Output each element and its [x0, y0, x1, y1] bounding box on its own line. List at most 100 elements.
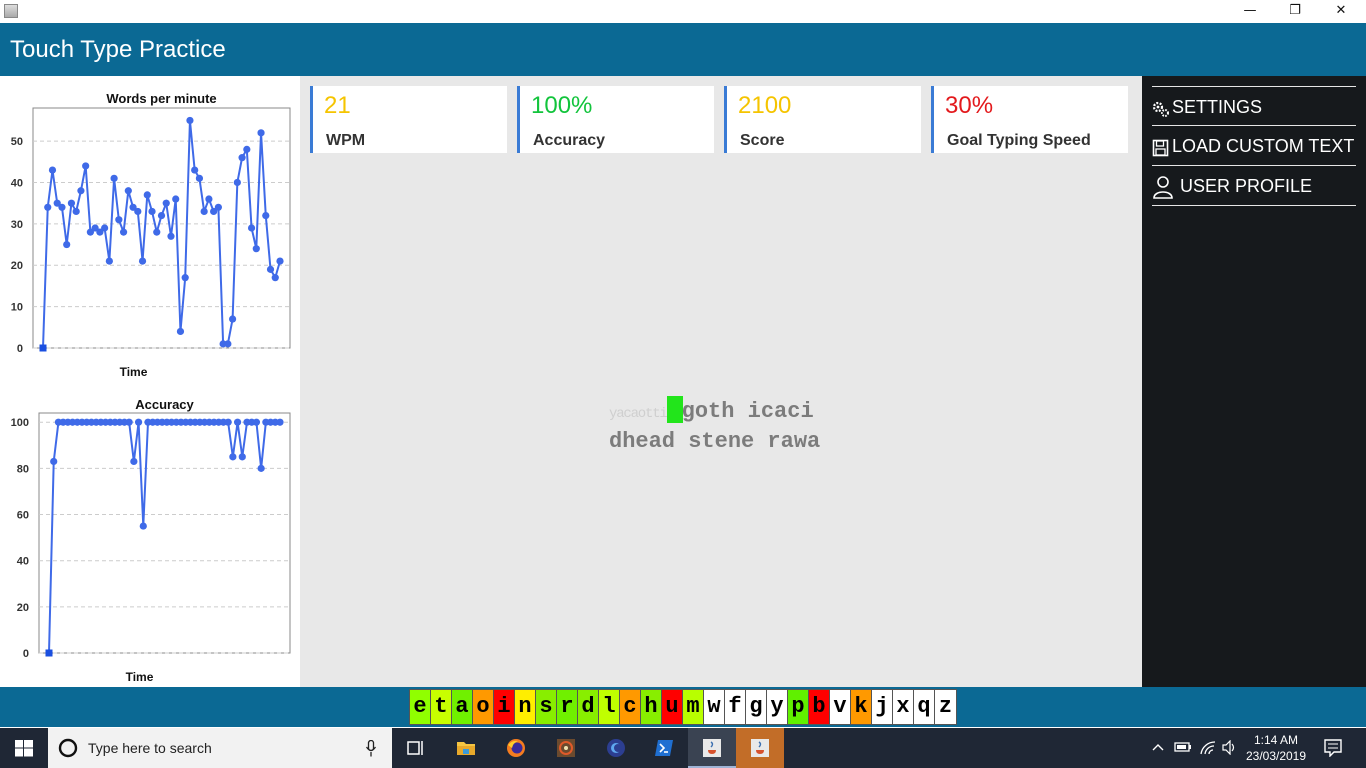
data-point: [44, 203, 52, 211]
data-point: [148, 207, 156, 216]
clock-time: 1:14 AM: [1253, 733, 1299, 747]
data-point: [205, 195, 213, 203]
typing-cursor: [666, 396, 683, 423]
key-cell-q: q: [914, 690, 935, 724]
data-point: [153, 228, 161, 236]
key-cell-l: l: [599, 690, 620, 724]
key-cell-i: i: [494, 690, 515, 724]
game-app-icon[interactable]: [542, 728, 590, 768]
data-point: [257, 129, 265, 137]
data-point: [63, 240, 71, 249]
key-cell-c: c: [620, 690, 641, 724]
key-cell-r: r: [557, 690, 578, 724]
task-view-icon[interactable]: [392, 728, 440, 768]
key-cell-u: u: [662, 690, 683, 724]
java-app-task-active[interactable]: [688, 728, 736, 768]
user-icon: [1153, 176, 1173, 199]
data-point: [243, 145, 251, 153]
chart-title: Accuracy: [135, 397, 194, 412]
key-cell-y: y: [767, 690, 788, 724]
stat-card-score: 2100 Score: [724, 86, 921, 153]
key-strip: etaoinsrdlchumwfgypbvkjxqz: [0, 687, 1366, 727]
firefox-icon[interactable]: [492, 728, 540, 768]
score-value: 2100: [738, 92, 792, 119]
data-point: [191, 166, 199, 174]
data-point: [257, 464, 265, 472]
key-cell-d: d: [578, 690, 599, 724]
eclipse-icon[interactable]: [592, 728, 640, 768]
y-tick-label: 50: [11, 136, 23, 148]
data-point: [172, 195, 180, 203]
key-cell-m: m: [683, 690, 704, 724]
data-point: [181, 274, 189, 282]
data-point: [124, 187, 132, 195]
file-explorer-icon[interactable]: [442, 728, 490, 768]
menu-item-settings[interactable]: SETTINGS: [1152, 86, 1356, 126]
plot-area: [38, 412, 291, 654]
volume-icon[interactable]: [1222, 740, 1238, 755]
powershell-icon[interactable]: [640, 728, 688, 768]
data-point: [138, 257, 147, 265]
data-point: [276, 418, 284, 426]
key-cell-n: n: [515, 690, 536, 724]
restore-button[interactable]: ❐: [1272, 0, 1318, 23]
windows-start-icon[interactable]: [15, 740, 33, 757]
menu-label-user-profile: USER PROFILE: [1180, 176, 1313, 196]
microphone-icon[interactable]: [366, 740, 376, 757]
data-point: [101, 224, 109, 232]
remaining-text-line1: goth icaci: [681, 399, 814, 424]
y-tick-label: 80: [17, 463, 29, 475]
data-point: [157, 211, 166, 220]
data-point: [266, 265, 275, 273]
key-cell-j: j: [872, 690, 893, 724]
data-point: [139, 522, 147, 530]
minimize-button[interactable]: —: [1227, 0, 1273, 23]
data-point: [200, 207, 208, 216]
key-cell-w: w: [704, 690, 725, 724]
clock-date: 23/03/2019: [1245, 749, 1307, 763]
accuracy-value: 100%: [531, 92, 593, 119]
y-tick-label: 30: [11, 219, 23, 231]
y-tick-label: 10: [11, 302, 23, 314]
data-point: [195, 174, 204, 182]
wpm-value: 21: [324, 92, 351, 119]
search-placeholder: Type here to search: [88, 740, 212, 756]
menu-label-settings: SETTINGS: [1172, 97, 1263, 117]
chart-title: Words per minute: [106, 91, 216, 106]
taskbar-search-box[interactable]: Type here to search: [48, 728, 392, 768]
y-tick-label: 20: [17, 602, 29, 614]
taskbar: Type here to search 1:14 AM 23/03/2019: [0, 728, 1366, 768]
java-app-task[interactable]: [736, 728, 784, 768]
key-cell-g: g: [746, 690, 767, 724]
menu-item-user-profile[interactable]: USER PROFILE: [1152, 166, 1356, 206]
system-clock[interactable]: 1:14 AM 23/03/2019: [1244, 732, 1308, 764]
window-titlebar: — ❐ ✕: [0, 0, 1366, 23]
typing-line-2: dhead stene rawa: [609, 429, 821, 454]
wpm-label: WPM: [326, 132, 366, 149]
key-cell-a: a: [452, 690, 473, 724]
main-area: 21 WPM 100% Accuracy 2100 Score 30% Goal…: [300, 76, 1142, 687]
key-cell-h: h: [641, 690, 662, 724]
data-point: [105, 257, 113, 265]
wifi-icon[interactable]: [1199, 740, 1217, 755]
menu-item-load-custom-text[interactable]: LOAD CUSTOM TEXT: [1152, 126, 1356, 166]
data-point: [167, 232, 175, 240]
typing-area[interactable]: yacaotti goth icaci dhead stene rawa: [609, 396, 820, 456]
accuracy-chart: Accuracy 0 20 40 60 80 100 Time: [11, 397, 291, 684]
data-point: [82, 162, 90, 170]
close-button[interactable]: ✕: [1318, 0, 1364, 23]
show-hidden-icons-chevron[interactable]: [1152, 743, 1164, 751]
data-point: [77, 187, 85, 195]
stat-card-goal: 30% Goal Typing Speed: [931, 86, 1128, 153]
score-label: Score: [740, 132, 785, 149]
key-cell-f: f: [725, 690, 746, 724]
gears-icon: [1152, 101, 1169, 117]
data-point: [48, 166, 57, 174]
data-point: [276, 257, 284, 265]
data-point: [233, 418, 242, 426]
action-center-icon[interactable]: [1324, 739, 1342, 757]
battery-icon[interactable]: [1174, 741, 1192, 753]
data-point: [130, 457, 138, 466]
key-cell-p: p: [788, 690, 809, 724]
data-point: [125, 418, 133, 426]
